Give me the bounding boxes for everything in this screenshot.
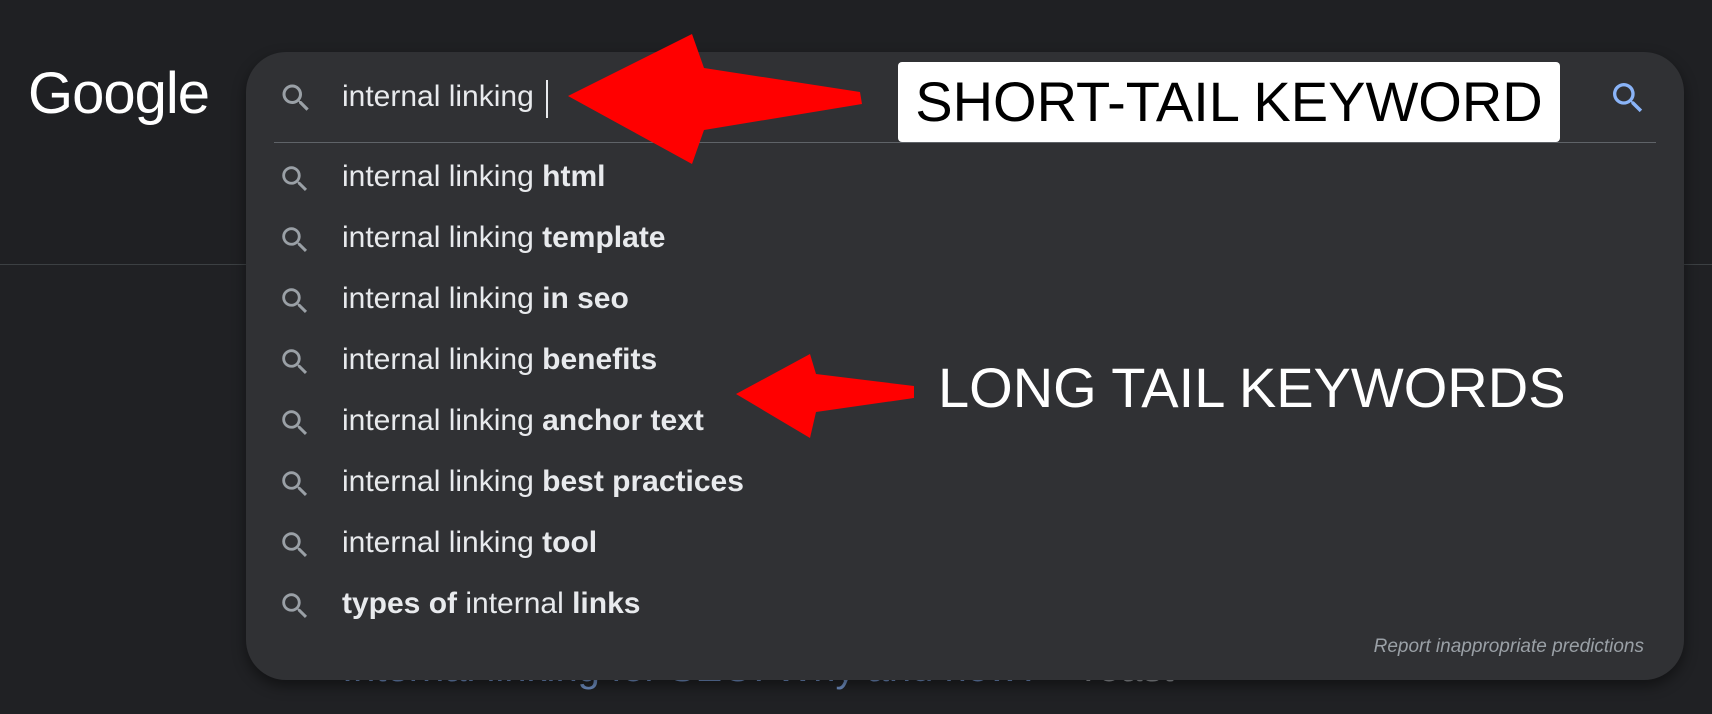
- search-icon: [282, 349, 308, 375]
- suggestion-item[interactable]: types of internal links: [246, 577, 1684, 638]
- suggestion-text: types of internal links: [342, 587, 640, 621]
- suggestion-completion: anchor text: [542, 404, 704, 437]
- long-tail-keywords-label: LONG TAIL KEYWORDS: [938, 356, 1566, 419]
- suggestion-query-part: internal linking: [342, 526, 543, 559]
- suggestion-text: internal linking anchor text: [342, 404, 704, 438]
- suggestion-completion: benefits: [542, 343, 658, 376]
- suggestion-item[interactable]: internal linking best practices: [246, 455, 1684, 516]
- suggestion-query-part: internal linking: [342, 465, 543, 498]
- suggestion-query-part: internal linking: [342, 404, 543, 437]
- search-input[interactable]: internal linking: [342, 80, 534, 114]
- search-icon: [282, 84, 309, 111]
- short-tail-arrow: [568, 34, 862, 164]
- search-icon: [282, 227, 308, 253]
- suggestion-query-part: internal linking: [342, 343, 543, 376]
- suggestion-item[interactable]: internal linking in seo: [246, 272, 1684, 333]
- suggestion-completion: links: [572, 587, 641, 620]
- search-icon: [282, 471, 308, 497]
- suggestion-query-part: internal: [465, 587, 573, 620]
- suggestion-completion: best practices: [542, 465, 744, 498]
- suggestion-item[interactable]: internal linking tool: [246, 516, 1684, 577]
- suggestion-item[interactable]: internal linking template: [246, 211, 1684, 272]
- suggestion-query-part: internal linking: [342, 160, 543, 193]
- suggestion-query-part: internal linking: [342, 221, 543, 254]
- text-caret: [546, 80, 548, 118]
- suggestion-completion: types of: [342, 587, 466, 620]
- search-icon: [282, 410, 308, 436]
- suggestion-completion: template: [542, 221, 666, 254]
- search-icon: [282, 532, 308, 558]
- suggestion-text: internal linking best practices: [342, 465, 744, 499]
- search-icon: [282, 288, 308, 314]
- search-icon: [282, 593, 308, 619]
- suggestion-text: internal linking tool: [342, 526, 597, 560]
- suggestion-item[interactable]: internal linking html: [246, 150, 1684, 211]
- suggestion-completion: in seo: [542, 282, 629, 315]
- suggestion-text: internal linking template: [342, 221, 666, 255]
- suggestion-text: internal linking benefits: [342, 343, 657, 377]
- google-logo[interactable]: Google: [28, 60, 210, 127]
- report-predictions-link[interactable]: Report inappropriate predictions: [1374, 636, 1644, 658]
- search-icon: [282, 166, 308, 192]
- suggestion-text: internal linking in seo: [342, 282, 629, 316]
- search-divider: [274, 142, 1656, 143]
- short-tail-keyword-label: SHORT-TAIL KEYWORD: [898, 62, 1560, 142]
- suggestion-completion: tool: [542, 526, 598, 559]
- suggestion-query-part: internal linking: [342, 282, 543, 315]
- search-submit-icon[interactable]: [1608, 78, 1648, 118]
- long-tail-arrow: [736, 354, 914, 438]
